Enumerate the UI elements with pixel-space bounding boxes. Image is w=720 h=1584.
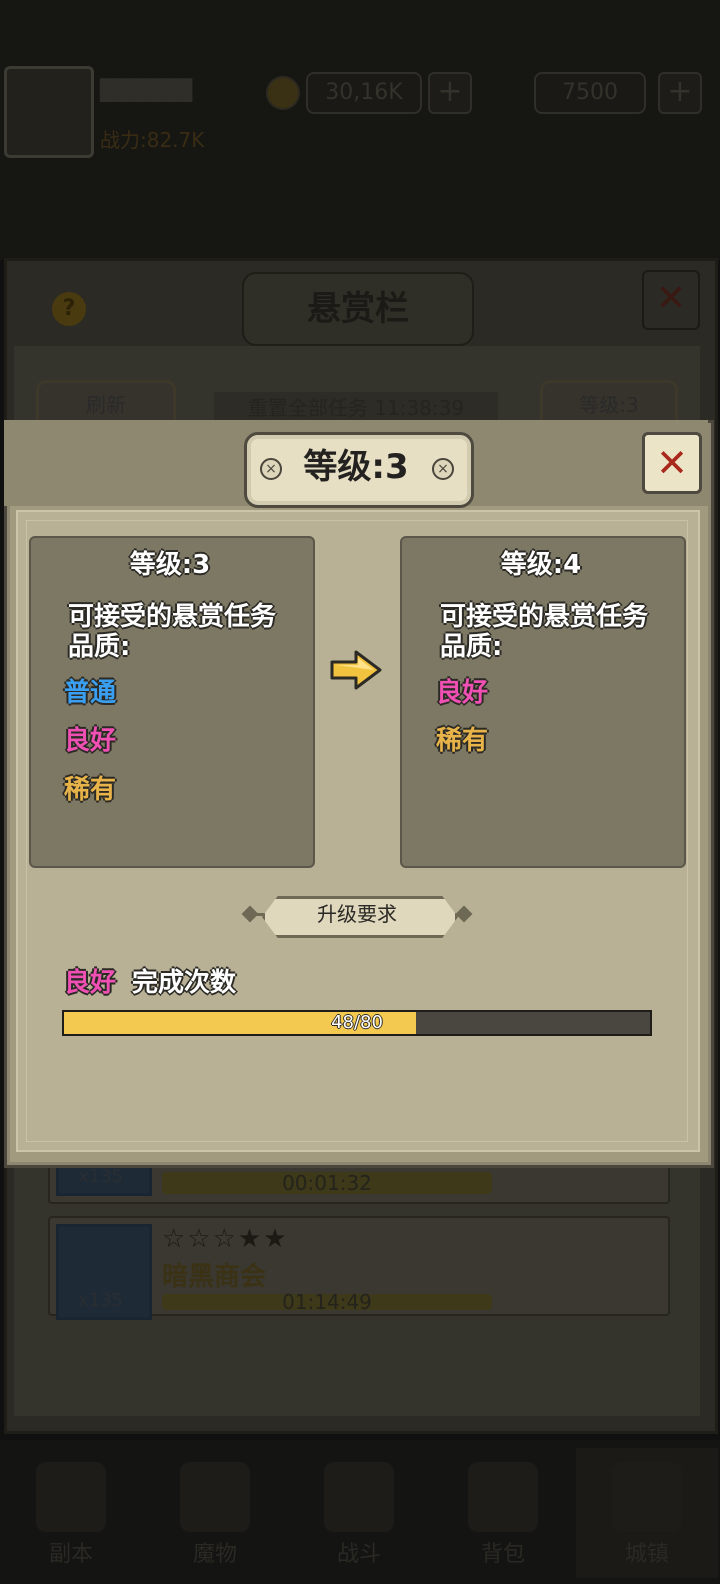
task-timer: 00:01:32 bbox=[162, 1172, 492, 1194]
task-count: x135 bbox=[78, 1290, 124, 1311]
arrow-right-icon bbox=[330, 650, 382, 690]
bounty-panel-close-button[interactable]: ✕ bbox=[642, 270, 700, 330]
add-gems-button[interactable]: + bbox=[658, 72, 702, 114]
close-icon: ✕ bbox=[656, 441, 688, 485]
modal-close-button[interactable]: ✕ bbox=[642, 432, 702, 494]
nav-label: 城镇 bbox=[624, 1542, 669, 1567]
nav-label: 背包 bbox=[480, 1542, 525, 1567]
bounty-panel-title: 悬赏栏 bbox=[242, 272, 474, 346]
current-level-title: 等级:3 bbox=[129, 550, 211, 580]
requirement-quality: 良好 bbox=[64, 968, 117, 998]
combat-power: 战力:82.7K bbox=[100, 128, 205, 152]
town-icon bbox=[612, 1462, 682, 1532]
nav-label: 战斗 bbox=[336, 1542, 381, 1567]
coin-icon bbox=[266, 76, 300, 110]
nav-label: 魔物 bbox=[192, 1542, 237, 1567]
task-name: 暗黑商会 bbox=[162, 1262, 267, 1292]
current-quality-common: 普通 bbox=[64, 678, 117, 708]
bag-icon bbox=[468, 1462, 538, 1532]
requirement-label: 完成次数 bbox=[132, 968, 237, 998]
nav-bag[interactable]: 背包 bbox=[432, 1448, 574, 1578]
next-level-desc: 可接受的悬赏任务品质: bbox=[440, 602, 649, 662]
task-count: x135 bbox=[78, 1166, 124, 1187]
requirement-header: 升级要求 bbox=[317, 902, 397, 926]
avatar[interactable] bbox=[4, 66, 94, 158]
dungeon-icon bbox=[36, 1462, 106, 1532]
current-quality-good: 良好 bbox=[64, 726, 117, 756]
player-name: ██████ bbox=[100, 78, 193, 102]
nav-battle[interactable]: 战斗 bbox=[288, 1448, 430, 1578]
modal-title: 等级:3 bbox=[303, 447, 409, 487]
next-quality-good: 良好 bbox=[436, 678, 489, 708]
nav-town[interactable]: 城镇 bbox=[576, 1448, 718, 1578]
help-icon[interactable]: ? bbox=[52, 292, 86, 326]
next-quality-rare: 稀有 bbox=[436, 726, 489, 756]
sword-icon bbox=[324, 1462, 394, 1532]
task-timer: 01:14:49 bbox=[162, 1292, 492, 1312]
requirement-progress-text: 48/80 bbox=[331, 1012, 383, 1033]
current-quality-rare: 稀有 bbox=[64, 775, 117, 805]
nav-monsters[interactable]: 魔物 bbox=[144, 1448, 286, 1578]
gem-amount: 7500 bbox=[534, 72, 646, 114]
next-level-title: 等级:4 bbox=[500, 550, 582, 580]
nav-label: 副本 bbox=[48, 1542, 93, 1567]
current-level-desc: 可接受的悬赏任务品质: bbox=[68, 602, 277, 662]
gold-amount: 30,16K bbox=[306, 72, 422, 114]
monster-icon bbox=[180, 1462, 250, 1532]
nav-dungeon[interactable]: 副本 bbox=[0, 1448, 142, 1578]
task-stars: ☆☆☆★★ bbox=[162, 1224, 289, 1254]
add-gold-button[interactable]: + bbox=[428, 72, 472, 114]
